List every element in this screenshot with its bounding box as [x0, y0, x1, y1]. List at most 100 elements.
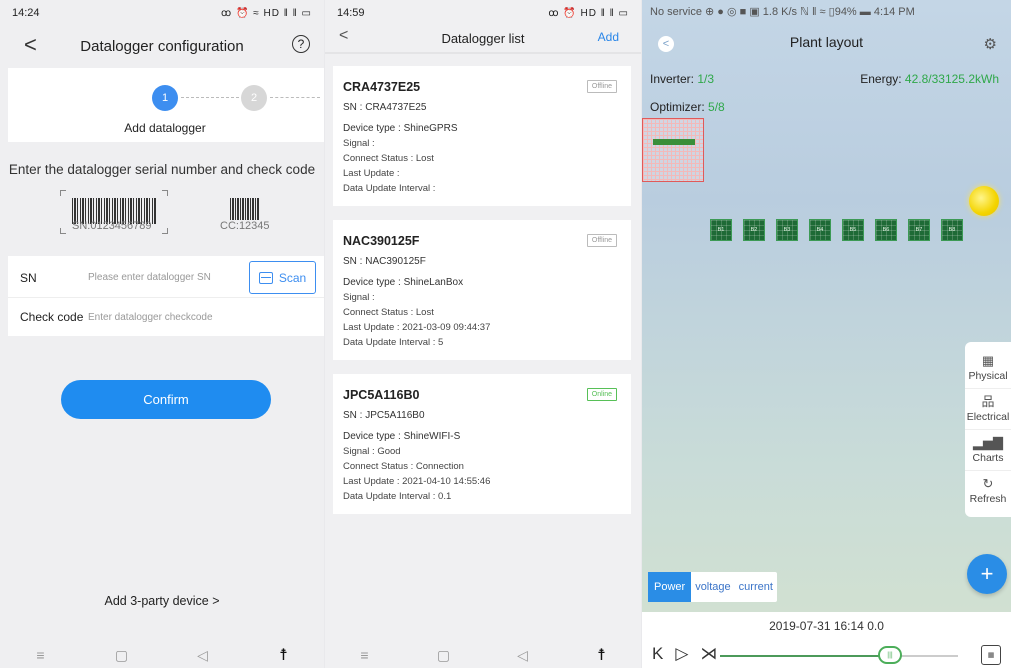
refresh-icon: ↻ — [982, 476, 994, 491]
pv-module[interactable]: B8 — [941, 219, 963, 241]
status-bar: 14:59 ꝏ ⏰ HD ‖ ‖ ▭ — [325, 0, 641, 26]
sun-icon — [969, 186, 999, 216]
pv-module[interactable]: B6 — [875, 219, 897, 241]
inverter-count: Inverter: 1/3 — [650, 72, 714, 86]
page-title: Datalogger list — [441, 30, 525, 46]
checkcode-label: Check code — [20, 310, 84, 324]
datalogger-sn: SN : JPC5A116B0 — [343, 410, 425, 421]
pv-module[interactable]: B1 — [710, 219, 732, 241]
help-icon[interactable]: ? — [292, 35, 310, 53]
status-badge: Offline — [586, 234, 617, 247]
menu-refresh[interactable]: ↻ Refresh — [965, 471, 1011, 511]
status-badge: Offline — [586, 80, 617, 93]
minimap[interactable] — [642, 118, 704, 182]
pv-module[interactable]: B2 — [743, 219, 765, 241]
tab-voltage[interactable]: voltage — [691, 572, 734, 602]
pv-module[interactable]: B7 — [908, 219, 930, 241]
step-1-indicator: 1 — [152, 85, 178, 111]
pv-module[interactable]: B5 — [842, 219, 864, 241]
calendar-icon[interactable]: ▦ — [981, 645, 1001, 665]
home-icon[interactable]: ▢ — [429, 647, 459, 664]
datalogger-list-screen: 14:59 ꝏ ⏰ HD ‖ ‖ ▭ < Datalogger list Add… — [325, 0, 641, 668]
system-nav-bar: ≡ ▢ ◁ ☨ — [325, 642, 641, 668]
energy-readout: Energy: 42.8/33125.2kWh — [860, 72, 999, 86]
menu-label: Electrical — [966, 411, 1010, 423]
add-third-party-link[interactable]: Add 3-party device > — [0, 594, 324, 608]
slider-thumb[interactable]: ||| — [878, 646, 902, 664]
inverter-value: 1/3 — [697, 72, 715, 86]
last-update: Last Update : — [343, 168, 400, 179]
home-icon[interactable]: ▢ — [107, 647, 137, 664]
datalogger-sn: SN : CRA4737E25 — [343, 102, 427, 113]
datalogger-config-screen: 14:24 ꝏ ⏰ ≈ HD ‖ ‖ ▭ < Datalogger config… — [0, 0, 324, 668]
scan-button[interactable]: Scan — [249, 261, 316, 294]
playback-timestamp: 2019-07-31 16:14 0.0 — [769, 619, 884, 633]
checkcode-row: Check code Enter datalogger checkcode — [8, 297, 324, 337]
menu-physical[interactable]: ▦ Physical — [965, 348, 1011, 389]
checkcode-input[interactable]: Enter datalogger checkcode — [88, 312, 213, 323]
sn-input[interactable]: Please enter datalogger SN — [88, 272, 211, 283]
connect-status: Connect Status : Lost — [343, 307, 434, 318]
skip-last-icon[interactable]: ⋊ — [700, 644, 717, 664]
step-divider — [181, 97, 239, 98]
page-title: Datalogger configuration — [80, 37, 244, 55]
view-menu: ▦ Physical 品 Electrical ▂▅▇ Charts ↻ Ref… — [965, 342, 1011, 517]
pv-module-row: B1 B2 B3 B4 B5 B6 B7 B8 — [710, 219, 963, 241]
datalogger-name: CRA4737E25 — [343, 80, 421, 94]
status-bar: 14:24 ꝏ ⏰ ≈ HD ‖ ‖ ▭ — [0, 0, 324, 26]
plant-layout-screen: No service ⊕ ● ◎ ■ ▣ 1.8 K/s ℕ ‖ ≈ ▯94% … — [642, 0, 1011, 668]
accessibility-icon[interactable]: ☨ — [587, 645, 617, 665]
status-icons: ꝏ ⏰ HD ‖ ‖ ▭ — [548, 7, 629, 19]
divider — [325, 52, 641, 54]
confirm-button[interactable]: Confirm — [61, 380, 271, 419]
step-divider — [270, 97, 320, 98]
energy-label: Energy: — [860, 72, 905, 86]
tab-power[interactable]: Power — [648, 572, 692, 602]
device-type: Device type : ShineGPRS — [343, 123, 458, 134]
datalogger-card[interactable]: NAC390125F Offline SN : NAC390125F Devic… — [333, 220, 631, 360]
bar-chart-icon: ▂▅▇ — [973, 435, 1003, 450]
back-nav-icon[interactable]: ◁ — [188, 647, 218, 664]
menu-electrical[interactable]: 品 Electrical — [965, 389, 1011, 430]
status-icons: ꝏ ⏰ ≈ HD ‖ ‖ ▭ — [221, 7, 312, 19]
metric-tabs: Power voltage current — [648, 572, 777, 602]
gear-icon[interactable]: ⚙ — [984, 35, 997, 53]
system-nav-bar: ≡ ▢ ◁ ☨ — [0, 642, 324, 668]
play-icon[interactable]: ▷ — [675, 644, 688, 664]
tab-current[interactable]: current — [735, 572, 777, 602]
barcode-cc-text: CC:12345 — [220, 220, 270, 232]
sn-label: SN — [20, 270, 37, 285]
datalogger-card[interactable]: JPC5A116B0 Online SN : JPC5A116B0 Device… — [333, 374, 631, 514]
last-update: Last Update : 2021-04-10 14:55:46 — [343, 476, 491, 487]
playback-controls: K ▷ ⋊ — [652, 644, 717, 664]
pv-module[interactable]: B3 — [776, 219, 798, 241]
menu-icon[interactable]: ≡ — [26, 647, 56, 663]
signal: Signal : — [343, 138, 375, 149]
datalogger-card[interactable]: CRA4737E25 Offline SN : CRA4737E25 Devic… — [333, 66, 631, 206]
grid-icon: ▦ — [981, 353, 995, 368]
datalogger-name: NAC390125F — [343, 234, 420, 248]
skip-first-icon[interactable]: K — [652, 644, 663, 664]
step-label: Add datalogger — [124, 121, 206, 135]
status-time: 14:24 — [12, 7, 40, 19]
menu-label: Physical — [968, 370, 1008, 382]
menu-charts[interactable]: ▂▅▇ Charts — [965, 430, 1011, 471]
page-title: Plant layout — [789, 34, 864, 50]
add-button[interactable]: Add — [598, 30, 619, 44]
checkcode-barcode-icon — [230, 198, 260, 220]
accessibility-icon[interactable]: ☨ — [269, 645, 299, 665]
menu-icon[interactable]: ≡ — [350, 647, 380, 663]
update-interval: Data Update Interval : 5 — [343, 337, 444, 348]
last-update: Last Update : 2021-03-09 09:44:37 — [343, 322, 491, 333]
scan-label: Scan — [278, 270, 307, 285]
network-icon: 品 — [981, 394, 995, 409]
playback-slider[interactable] — [720, 655, 958, 657]
pv-module[interactable]: B4 — [809, 219, 831, 241]
connect-status: Connect Status : Lost — [343, 153, 434, 164]
optimizer-value: 5/8 — [708, 100, 725, 114]
minimap-viewport — [653, 139, 695, 145]
instruction-text: Enter the datalogger serial number and c… — [8, 162, 316, 177]
back-nav-icon[interactable]: ◁ — [508, 647, 538, 664]
add-fab-button[interactable]: + — [967, 554, 1007, 594]
signal: Signal : Good — [343, 446, 401, 457]
